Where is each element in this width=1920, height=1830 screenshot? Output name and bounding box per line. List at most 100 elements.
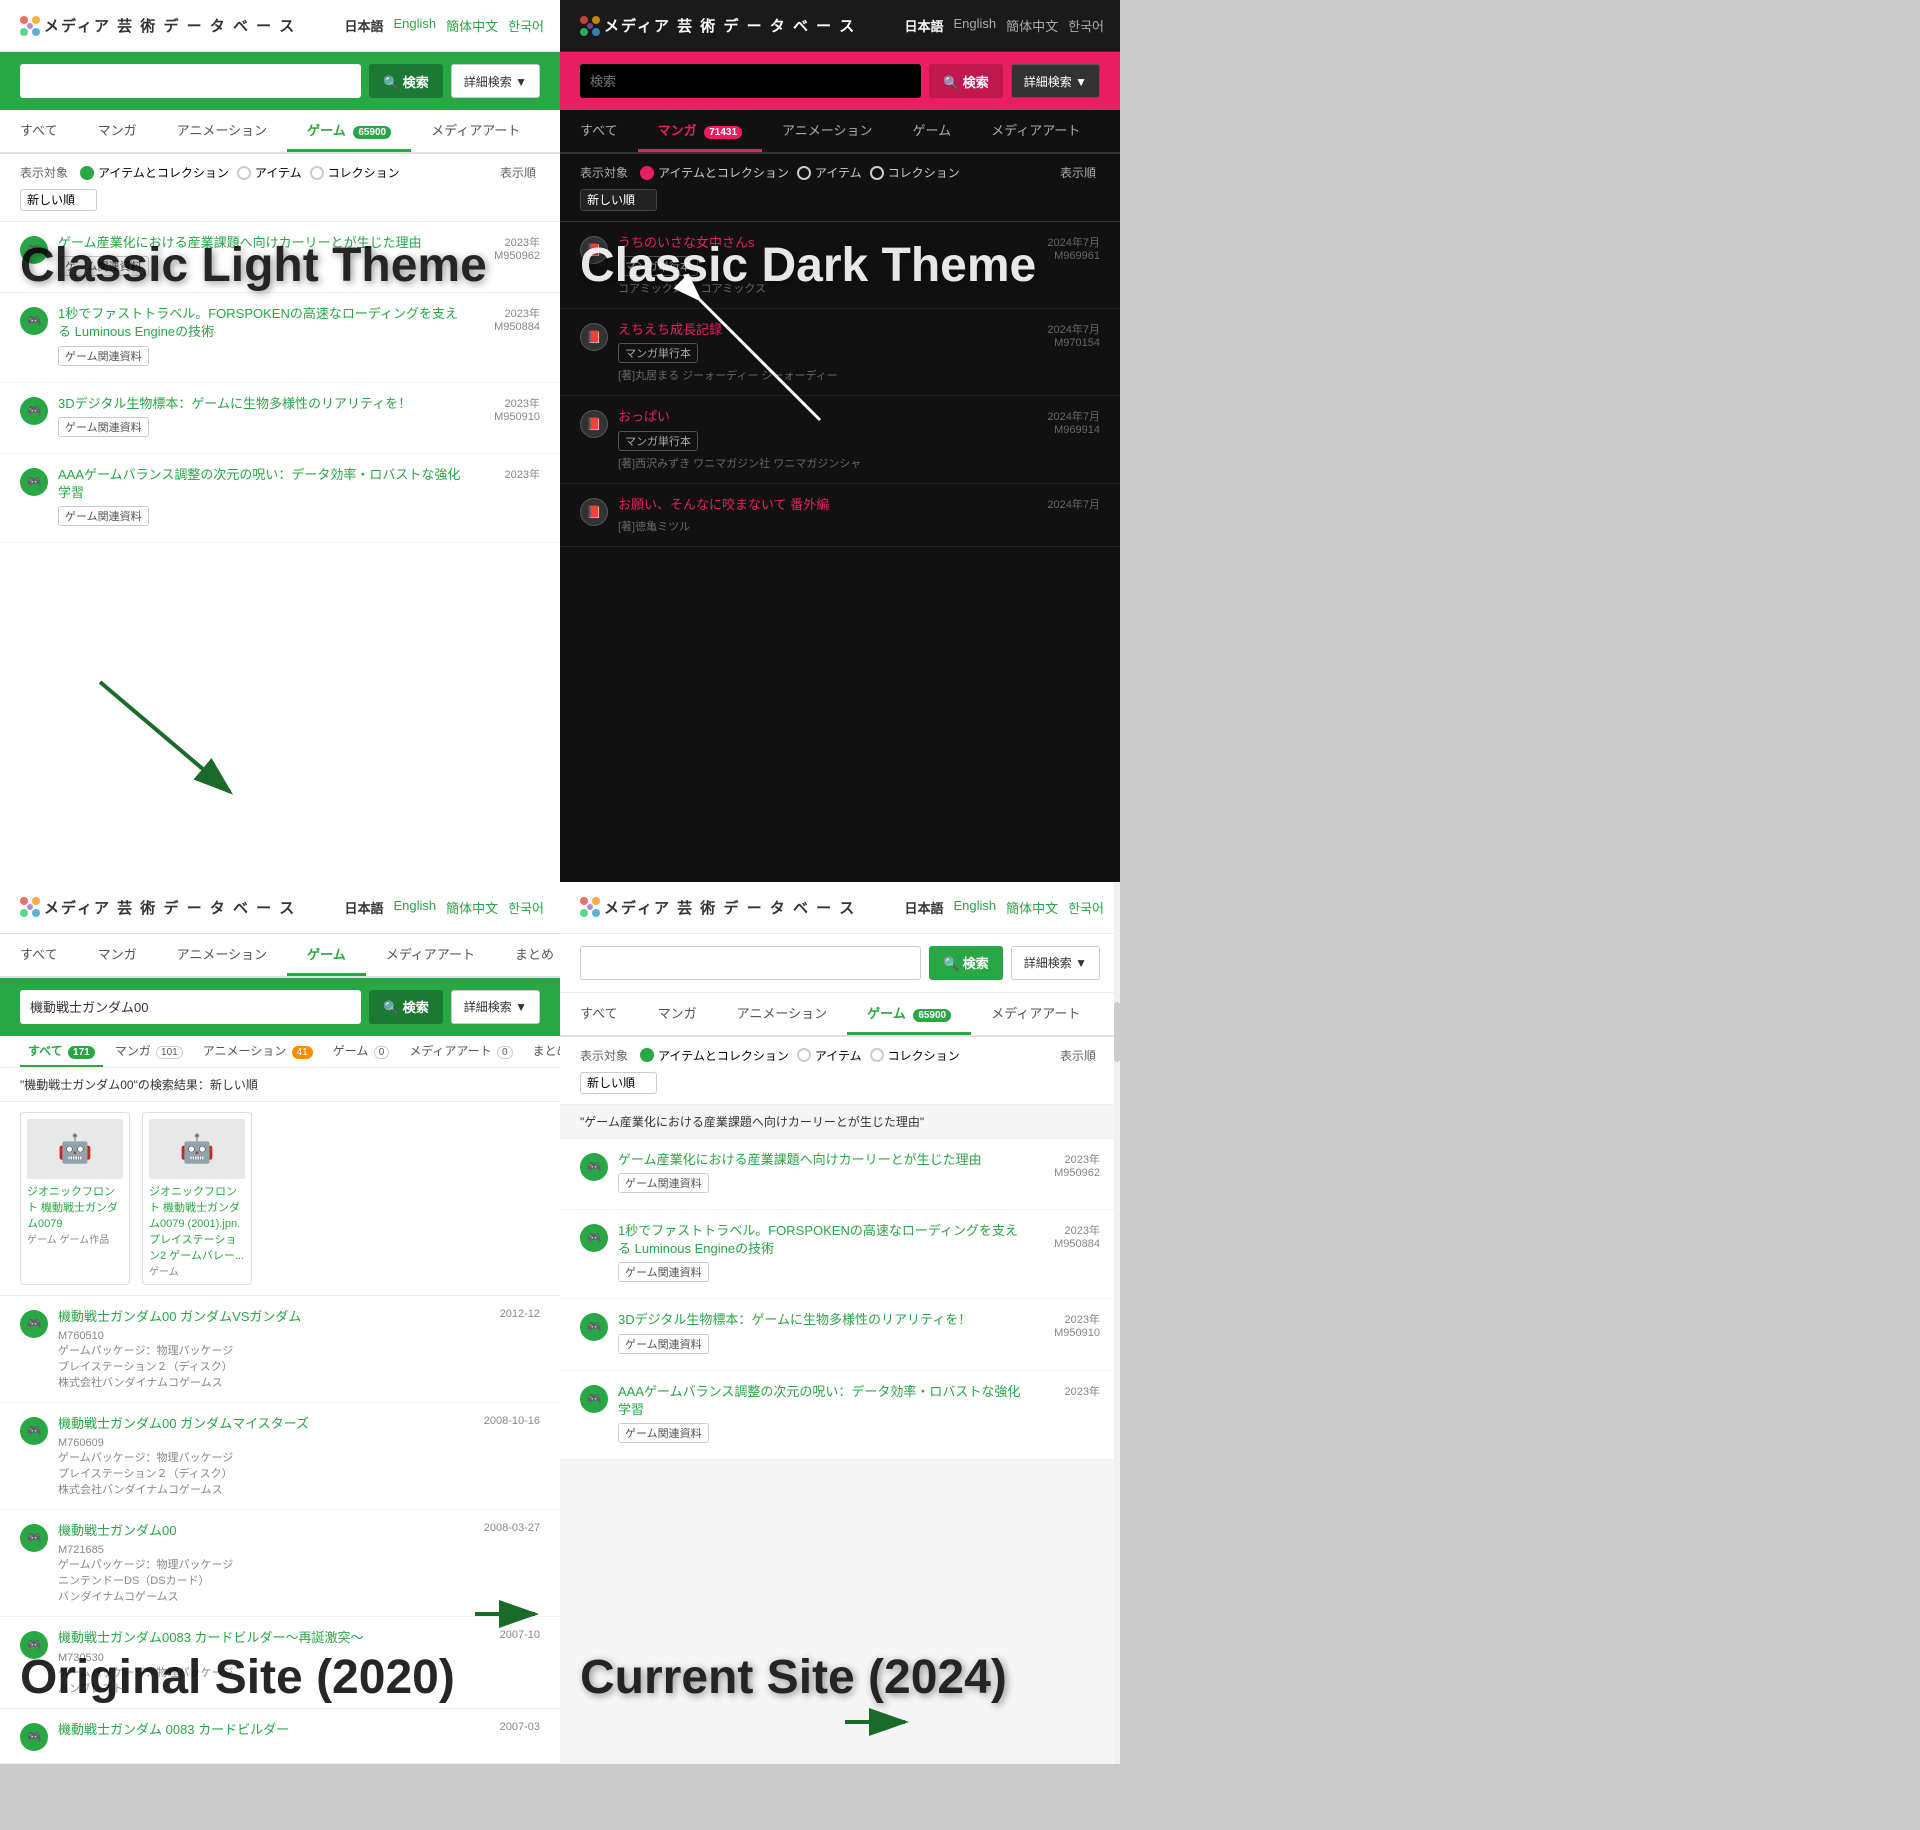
result-content-bl-4: 機動戦士ガンダム 0083 カードビルダー [58, 1721, 470, 1743]
filter-collection-tr[interactable]: コレクション [870, 164, 960, 181]
tab-all-tr[interactable]: すべて [560, 110, 638, 152]
result-tag-tl-0: ゲーム関連資料 [58, 256, 149, 276]
advanced-search-button-tl[interactable]: 詳細検索 ▼ [451, 64, 540, 98]
lang-en-tr[interactable]: English [953, 16, 996, 35]
result-title-tl-1[interactable]: 1秒でファストトラベル。FORSPOKENの高速なローディングを支える Lumi… [58, 305, 470, 341]
filter-item-tr[interactable]: アイテム [797, 164, 862, 181]
tab-media-tl[interactable]: メディアアート [411, 110, 540, 152]
sub-tab-matome-bl[interactable]: まとめ 36 [525, 1036, 560, 1067]
search-input-bl[interactable] [20, 990, 361, 1024]
tab-manga-bl[interactable]: マンガ [78, 934, 157, 976]
tab-manga-tl[interactable]: マンガ [78, 110, 157, 152]
result-title-tr-1[interactable]: えちえち成長記録 [618, 321, 1030, 339]
tab-media-br[interactable]: メディアアート [971, 993, 1100, 1035]
search-button-tl[interactable]: 🔍 検索 [369, 64, 443, 98]
tab-anime-tl[interactable]: アニメーション [157, 110, 287, 152]
tab-game-bl[interactable]: ゲーム [287, 934, 366, 976]
tab-all-tl[interactable]: すべて [0, 110, 78, 152]
lang-ko-br[interactable]: 한국어 [1068, 898, 1104, 917]
lang-ko-bl[interactable]: 한국어 [508, 898, 544, 917]
sub-tab-game-bl[interactable]: ゲーム 0 [325, 1036, 398, 1067]
search-button-bl[interactable]: 🔍 検索 [369, 990, 443, 1024]
tab-all-bl[interactable]: すべて [0, 934, 78, 976]
lang-ja-tr[interactable]: 日本語 [904, 16, 943, 35]
result-title-bl-0[interactable]: 機動戦士ガンダム00 ガンダムVSガンダム [58, 1308, 470, 1326]
card-meta-bl-1: ゲーム [149, 1263, 245, 1278]
filter-all-tr[interactable]: アイテムとコレクション [640, 164, 789, 181]
sub-tab-anime-bl[interactable]: アニメーション 41 [195, 1036, 321, 1067]
result-title-bl-4[interactable]: 機動戦士ガンダム 0083 カードビルダー [58, 1721, 470, 1739]
tab-media-tr[interactable]: メディアアート [971, 110, 1100, 152]
tab-anime-tr[interactable]: アニメーション [762, 110, 892, 152]
filter-all-br[interactable]: アイテムとコレクション [640, 1047, 789, 1064]
tab-all-br[interactable]: すべて [560, 993, 638, 1035]
sub-tab-media-bl[interactable]: メディアアート 0 [401, 1036, 520, 1067]
tab-manga-tr[interactable]: マンガ 71431 [638, 110, 762, 152]
card-meta-bl-0: ゲーム ゲーム作品 [27, 1231, 123, 1246]
card-title-bl-0[interactable]: ジオニックフロント 機動戦士ガンダム0079 [27, 1183, 123, 1231]
result-item-bl-2: 🎮 機動戦士ガンダム00 M721685ゲームパッケージ：物理パッケージニンテン… [0, 1510, 560, 1617]
lang-zh-tl[interactable]: 簡体中文 [446, 16, 498, 35]
advanced-search-button-tr[interactable]: 詳細検索 ▼ [1011, 64, 1100, 98]
sub-tab-manga-bl[interactable]: マンガ 101 [107, 1036, 191, 1067]
filter-item-tl[interactable]: アイテム [237, 164, 302, 181]
tab-manga-br[interactable]: マンガ [638, 993, 717, 1035]
result-title-br-3[interactable]: AAAゲームバランス調整の次元の呪い：データ効率・ロバストな強化学習 [618, 1383, 1030, 1419]
result-title-bl-3[interactable]: 機動戦士ガンダム0083 カードビルダー〜再誕激突〜 [58, 1629, 470, 1647]
tab-matome-bl[interactable]: まとめ [495, 934, 560, 976]
lang-zh-bl[interactable]: 簡体中文 [446, 898, 498, 917]
lang-ja-bl[interactable]: 日本語 [344, 898, 383, 917]
sort-label-br: 表示順 [1060, 1047, 1096, 1064]
lang-ko-tl[interactable]: 한국어 [508, 16, 544, 35]
tab-game-tr[interactable]: ゲーム [893, 110, 972, 152]
result-item-br-1: 🎮 1秒でファストトラベル。FORSPOKENの高速なローディングを支える Lu… [560, 1210, 1120, 1299]
lang-zh-tr[interactable]: 簡体中文 [1006, 16, 1058, 35]
tab-bar-bl: すべて マンガ アニメーション ゲーム メディアアート まとめ [0, 934, 560, 978]
search-input-tl[interactable] [20, 64, 361, 98]
result-title-br-1[interactable]: 1秒でファストトラベル。FORSPOKENの高速なローディングを支える Lumi… [618, 1222, 1030, 1258]
sub-tab-all-bl[interactable]: すべて 171 [20, 1036, 103, 1067]
filter-collection-br[interactable]: コレクション [870, 1047, 960, 1064]
result-title-br-2[interactable]: 3Dデジタル生物標本：ゲームに生物多様性のリアリティを！ [618, 1311, 1030, 1329]
result-title-tl-3[interactable]: AAAゲームバランス調整の次元の呪い：データ効率・ロバストな強化学習 [58, 466, 470, 502]
result-title-tr-3[interactable]: お願い、そんなに咬まないて 番外編 [618, 496, 1030, 514]
tab-anime-bl[interactable]: アニメーション [157, 934, 287, 976]
lang-zh-br[interactable]: 簡体中文 [1006, 898, 1058, 917]
tab-anime-br[interactable]: アニメーション [717, 993, 847, 1035]
tab-game-tl[interactable]: ゲーム 65900 [287, 110, 411, 152]
filter-all-tl[interactable]: アイテムとコレクション [80, 164, 229, 181]
search-button-br[interactable]: 🔍 検索 [929, 946, 1003, 980]
lang-en-br[interactable]: English [953, 898, 996, 917]
tab-game-br[interactable]: ゲーム 65900 [847, 993, 971, 1035]
filter-collection-tl[interactable]: コレクション [310, 164, 400, 181]
search-input-br[interactable] [580, 946, 921, 980]
sort-select-tr[interactable]: 新しい順 [580, 189, 657, 211]
result-title-tl-2[interactable]: 3Dデジタル生物標本：ゲームに生物多様性のリアリティを！ [58, 395, 470, 413]
sort-select-tl[interactable]: 新しい順 [20, 189, 97, 211]
advanced-search-button-bl[interactable]: 詳細検索 ▼ [451, 990, 540, 1024]
filter-item-br[interactable]: アイテム [797, 1047, 862, 1064]
result-title-br-0[interactable]: ゲーム産業化における産業課題へ向けカーリーとが生じた理由 [618, 1151, 1030, 1169]
result-title-tr-2[interactable]: おっぱい [618, 408, 1030, 426]
result-tag-tl-3: ゲーム関連資料 [58, 506, 149, 526]
result-icon-br-0: 🎮 [580, 1153, 608, 1181]
scrollbar-br[interactable] [1114, 882, 1120, 1764]
result-title-tl-0[interactable]: ゲーム産業化における産業課題へ向けカーリーとが生じた理由 [58, 234, 470, 252]
lang-nav-br: 日本語 English 簡体中文 한국어 [904, 898, 1104, 917]
card-title-bl-1[interactable]: ジオニックフロント 機動戦士ガンダム0079 (2001).jpn. プレイステ… [149, 1183, 245, 1263]
lang-ja-br[interactable]: 日本語 [904, 898, 943, 917]
result-title-bl-2[interactable]: 機動戦士ガンダム00 [58, 1522, 470, 1540]
advanced-search-button-br[interactable]: 詳細検索 ▼ [1011, 946, 1100, 980]
result-icon-tl-0: 🎮 [20, 236, 48, 264]
lang-en-bl[interactable]: English [393, 898, 436, 917]
search-button-tr[interactable]: 🔍 検索 [929, 64, 1003, 98]
tab-media-bl[interactable]: メディアアート [366, 934, 495, 976]
lang-ja-tl[interactable]: 日本語 [344, 16, 383, 35]
filter-label-tl: 表示対象 [20, 164, 68, 181]
search-input-tr[interactable] [580, 64, 921, 98]
result-title-tr-0[interactable]: うちのいさな女中さんs [618, 234, 1030, 252]
sort-select-br[interactable]: 新しい順 [580, 1072, 657, 1094]
lang-ko-tr[interactable]: 한국어 [1068, 16, 1104, 35]
lang-en-tl[interactable]: English [393, 16, 436, 35]
result-title-bl-1[interactable]: 機動戦士ガンダム00 ガンダムマイスターズ [58, 1415, 470, 1433]
